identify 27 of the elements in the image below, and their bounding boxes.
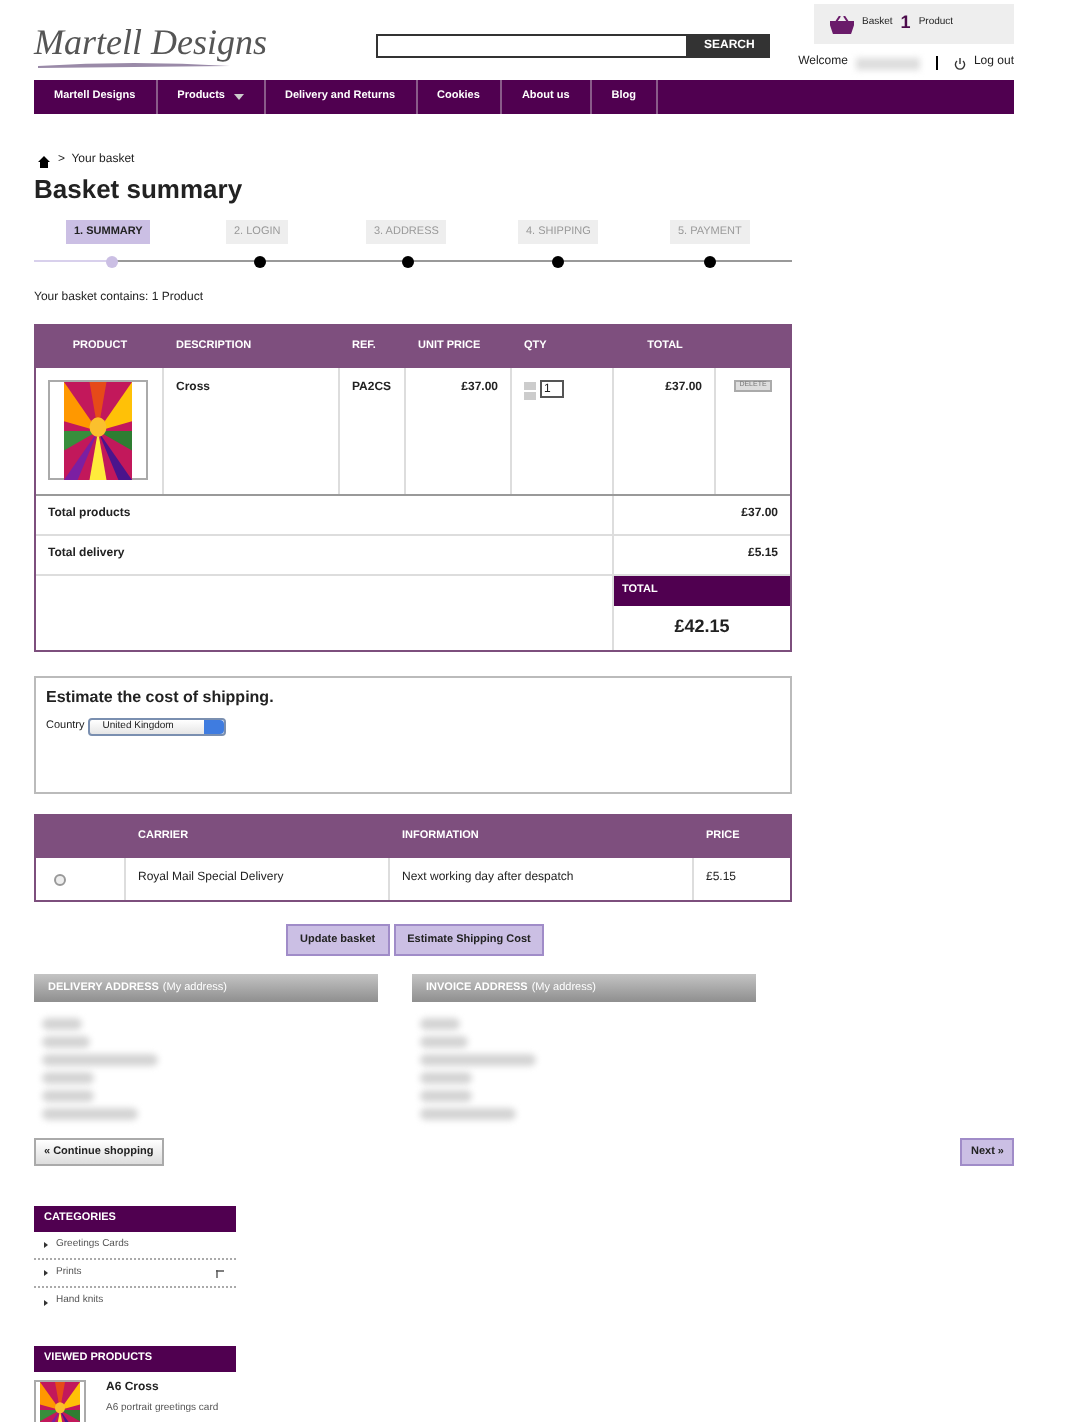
product-thumbnail[interactable]: [34, 1380, 86, 1422]
caret-icon: [233, 94, 243, 100]
redacted-text: [855, 57, 920, 69]
redacted-text: [420, 1090, 472, 1102]
power-icon[interactable]: [953, 57, 966, 69]
basket-icon: [830, 15, 854, 33]
search-field[interactable]: [376, 34, 688, 58]
radio-button[interactable]: [54, 873, 66, 885]
redacted-text: [420, 1072, 472, 1084]
redacted-text: [42, 1072, 94, 1084]
product-thumbnail[interactable]: [48, 380, 148, 480]
redacted-text: [42, 1090, 94, 1102]
grand-total: £42.15: [672, 614, 732, 641]
basket-count: 1: [900, 10, 911, 37]
redacted-text: [420, 1108, 516, 1120]
redacted-text: [42, 1108, 138, 1120]
redacted-text: [42, 1054, 158, 1066]
expand-icon[interactable]: [216, 1269, 224, 1277]
estimate-title: Estimate the cost of shipping.: [46, 686, 276, 710]
redacted-text: [420, 1054, 536, 1066]
logo-text[interactable]: Martell Designs: [34, 24, 274, 60]
home-icon[interactable]: [38, 155, 50, 167]
redacted-text: [42, 1036, 90, 1048]
page-title: Basket summary: [34, 176, 245, 202]
redacted-text: [42, 1018, 82, 1030]
redacted-text: [420, 1036, 468, 1048]
redacted-text: [420, 1018, 460, 1030]
